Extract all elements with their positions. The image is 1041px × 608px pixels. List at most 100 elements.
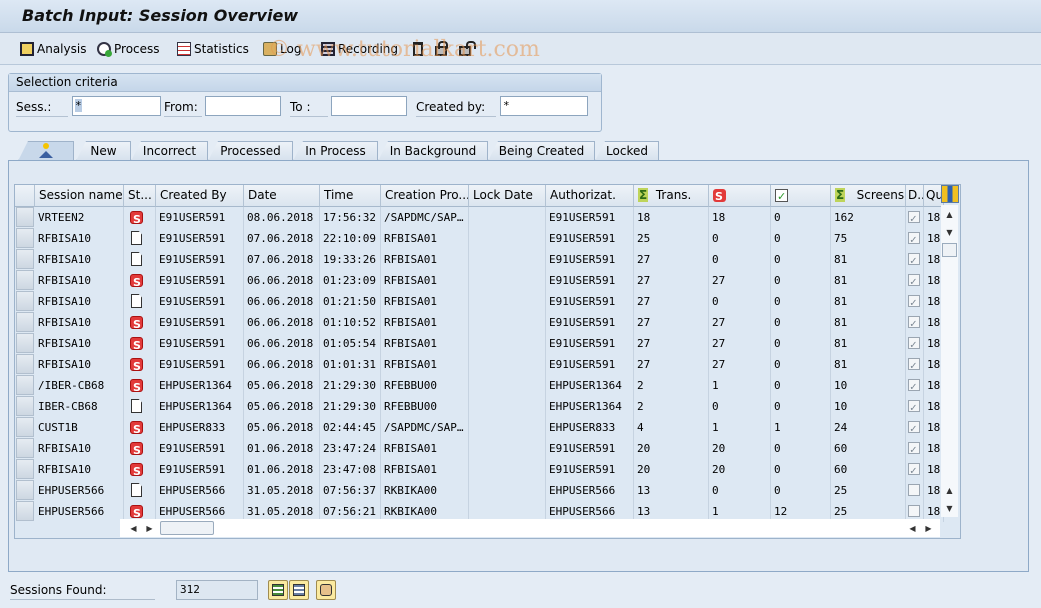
- checkbox[interactable]: [908, 376, 920, 396]
- process-button[interactable]: Process: [97, 40, 160, 58]
- select-all-button[interactable]: [268, 580, 288, 600]
- row-selector[interactable]: [16, 354, 34, 374]
- scroll-right-icon[interactable]: ▶: [921, 521, 936, 536]
- table-row[interactable]: VRTEEN2E91USER59108.06.201817:56:32/SAPD…: [15, 207, 960, 228]
- lock-button[interactable]: [435, 40, 448, 58]
- horizontal-scrollbar[interactable]: ◀ ▶ ◀ ▶: [120, 519, 940, 537]
- checkbox[interactable]: [908, 418, 920, 438]
- deselect-all-button[interactable]: [289, 580, 309, 600]
- row-selector[interactable]: [16, 249, 34, 269]
- checkbox[interactable]: [908, 439, 920, 459]
- session-info-button[interactable]: [316, 580, 336, 600]
- session-input[interactable]: *: [72, 96, 161, 116]
- row-selector[interactable]: [16, 312, 34, 332]
- tab-new[interactable]: New: [76, 141, 131, 161]
- row-selector[interactable]: [16, 333, 34, 353]
- table-row[interactable]: RFBISA10E91USER59101.06.201823:47:24RFBI…: [15, 438, 960, 459]
- created-by-input[interactable]: *: [500, 96, 588, 116]
- table-row[interactable]: RFBISA10 E91USER591 06.06.2018 01:21:50 RFBI…: [15, 291, 960, 312]
- checkbox[interactable]: [908, 292, 920, 312]
- hscroll-thumb[interactable]: [160, 521, 214, 535]
- delete-button[interactable]: [413, 40, 423, 58]
- table-row[interactable]: RFBISA10 E91USER591 07.06.2018 19:33:26 RFBI…: [15, 249, 960, 270]
- tab-processed[interactable]: Processed: [208, 141, 293, 161]
- col-d[interactable]: D..: [906, 185, 924, 207]
- col-processed[interactable]: [771, 185, 831, 207]
- scroll-down-icon[interactable]: ▼: [942, 225, 957, 240]
- col-lock-date[interactable]: Lock Date: [469, 185, 546, 207]
- col-errors[interactable]: [709, 185, 771, 207]
- vertical-scrollbar[interactable]: ▲ ▼ ▲ ▼: [941, 205, 958, 517]
- col-session-name[interactable]: Session name: [35, 185, 124, 207]
- select-all-rows-header[interactable]: [15, 185, 35, 207]
- tab-locked[interactable]: Locked: [595, 141, 659, 161]
- unlock-button[interactable]: [459, 40, 476, 58]
- checkbox[interactable]: [908, 250, 920, 270]
- recording-button[interactable]: Recording: [321, 40, 398, 58]
- statistics-button[interactable]: Statistics: [177, 40, 249, 58]
- table-row[interactable]: RFBISA10 E91USER591 07.06.2018 22:10:09 RFBI…: [15, 228, 960, 249]
- cell-auth: E91USER591: [546, 249, 634, 270]
- table-row[interactable]: RFBISA10E91USER59106.06.201801:10:52RFBI…: [15, 312, 960, 333]
- checkbox[interactable]: [908, 460, 920, 480]
- cell-name: RFBISA10: [35, 438, 124, 459]
- checkbox[interactable]: [908, 484, 920, 496]
- col-creation-program[interactable]: Creation Pro...: [381, 185, 469, 207]
- checkbox[interactable]: [908, 505, 920, 517]
- table-row[interactable]: RFBISA10E91USER59106.06.201801:01:31RFBI…: [15, 354, 960, 375]
- checkbox[interactable]: [908, 397, 920, 417]
- analysis-button[interactable]: Analysis: [20, 40, 86, 58]
- scroll-right-icon[interactable]: ▶: [142, 521, 157, 536]
- col-authorization[interactable]: Authorizat.: [546, 185, 634, 207]
- table-row[interactable]: RFBISA10E91USER59106.06.201801:23:09RFBI…: [15, 270, 960, 291]
- row-selector[interactable]: [16, 375, 34, 395]
- cell-lock-date: [469, 480, 546, 501]
- cell-auth: EHPUSER566: [546, 480, 634, 501]
- scroll-down-icon[interactable]: ▼: [942, 501, 957, 516]
- checkbox[interactable]: [908, 229, 920, 249]
- table-row[interactable]: EHPUSER566 EHPUSER566 31.05.2018 07:56:37 RK…: [15, 480, 960, 501]
- to-date-input[interactable]: [331, 96, 407, 116]
- table-row[interactable]: /IBER-CB68EHPUSER136405.06.201821:29:30R…: [15, 375, 960, 396]
- table-row[interactable]: IBER-CB68 EHPUSER1364 05.06.2018 21:29:30 RF…: [15, 396, 960, 417]
- log-button[interactable]: Log: [263, 40, 301, 58]
- tab-incorrect[interactable]: Incorrect: [131, 141, 208, 161]
- row-selector[interactable]: [16, 417, 34, 437]
- tab-being-created[interactable]: Being Created: [488, 141, 595, 161]
- row-selector[interactable]: [16, 270, 34, 290]
- checkbox[interactable]: [908, 271, 920, 291]
- table-row[interactable]: RFBISA10E91USER59106.06.201801:05:54RFBI…: [15, 333, 960, 354]
- change-layout-button[interactable]: [941, 185, 959, 203]
- row-selector[interactable]: [16, 501, 34, 521]
- col-created-by[interactable]: Created By: [156, 185, 244, 207]
- scroll-up-icon[interactable]: ▲: [942, 207, 957, 222]
- tab-in-background[interactable]: In Background: [378, 141, 488, 161]
- row-selector[interactable]: [16, 207, 34, 227]
- scroll-up-icon[interactable]: ▲: [942, 483, 957, 498]
- tab-all[interactable]: [18, 141, 74, 161]
- scroll-left-icon[interactable]: ◀: [905, 521, 920, 536]
- col-screens[interactable]: Σ Screens: [831, 185, 906, 207]
- table-row[interactable]: RFBISA10E91USER59101.06.201823:47:08RFBI…: [15, 459, 960, 480]
- row-selector[interactable]: [16, 459, 34, 479]
- checkbox[interactable]: [908, 313, 920, 333]
- from-date-input[interactable]: [205, 96, 281, 116]
- checkbox[interactable]: [908, 208, 920, 228]
- table-row[interactable]: CUST1BEHPUSER83305.06.201802:44:45/SAPDM…: [15, 417, 960, 438]
- tab-in-process[interactable]: In Process: [293, 141, 378, 161]
- cell-date: 01.06.2018: [244, 438, 320, 459]
- row-selector[interactable]: [16, 291, 34, 311]
- scroll-left-icon[interactable]: ◀: [126, 521, 141, 536]
- checkbox[interactable]: [908, 334, 920, 354]
- row-selector[interactable]: [16, 228, 34, 248]
- col-transactions[interactable]: Σ Trans.: [634, 185, 709, 207]
- col-date[interactable]: Date: [244, 185, 320, 207]
- col-status[interactable]: St...: [124, 185, 156, 207]
- scroll-thumb[interactable]: [942, 243, 957, 257]
- col-time[interactable]: Time: [320, 185, 381, 207]
- checkbox[interactable]: [908, 355, 920, 375]
- row-selector[interactable]: [16, 396, 34, 416]
- cell-d: [906, 228, 924, 249]
- row-selector[interactable]: [16, 438, 34, 458]
- row-selector[interactable]: [16, 480, 34, 500]
